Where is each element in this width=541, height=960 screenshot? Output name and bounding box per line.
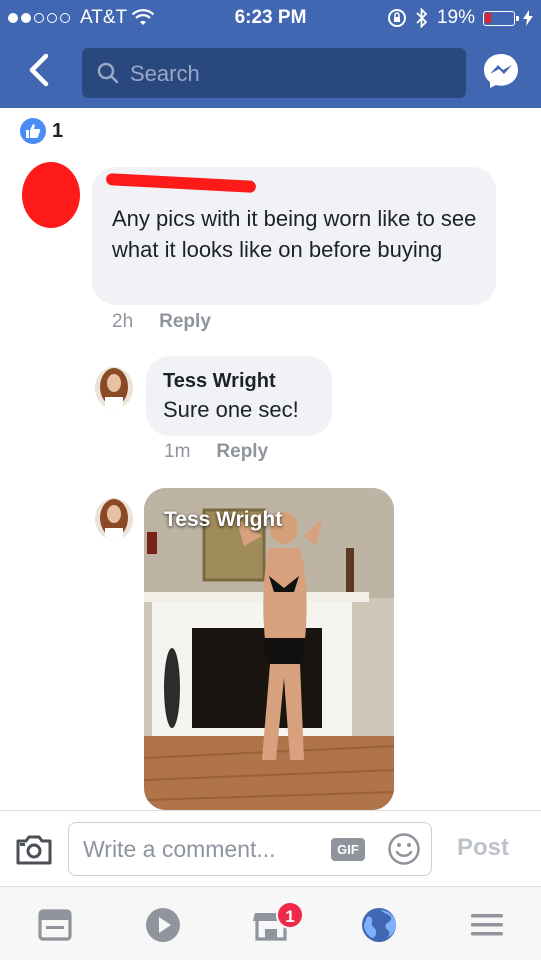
comment-meta: 2h Reply <box>112 311 211 333</box>
back-icon[interactable] <box>18 48 58 92</box>
post-button[interactable]: Post <box>457 834 509 862</box>
avatar-redacted[interactable] <box>22 162 80 228</box>
reply-button[interactable]: Reply <box>159 311 211 333</box>
status-right: 19% <box>387 7 533 29</box>
redacted-author-name <box>105 173 257 193</box>
menu-icon[interactable] <box>467 905 507 945</box>
comment-time: 2h <box>112 311 134 332</box>
comment-text: Sure one sec! <box>163 397 299 422</box>
comment-meta: 1m Reply <box>164 441 268 463</box>
globe-icon[interactable] <box>359 905 399 945</box>
attached-photo <box>144 488 394 810</box>
camera-icon[interactable] <box>16 835 52 865</box>
notification-badge: 1 <box>276 901 304 929</box>
sticker-icon[interactable] <box>387 832 421 866</box>
rotation-lock-icon <box>387 9 406 27</box>
like-summary[interactable]: 1 <box>20 118 63 144</box>
battery-icon <box>483 10 519 26</box>
comment-bubble[interactable]: Tess Wright Sure one sec! <box>146 356 332 436</box>
comment-time: 1m <box>164 441 191 462</box>
photo-attachment[interactable]: Tess Wright <box>144 488 394 810</box>
search-input[interactable]: Search <box>82 48 466 98</box>
avatar-image <box>95 367 133 409</box>
battery-percent: 19% <box>436 7 475 28</box>
comment-bubble[interactable]: Any pics with it being worn like to see … <box>92 167 496 305</box>
bluetooth-icon <box>416 7 428 29</box>
avatar-image <box>95 498 133 540</box>
messenger-icon[interactable] <box>482 52 520 90</box>
avatar[interactable] <box>95 498 133 540</box>
status-bar: AT&T 6:23 PM 19% <box>0 0 541 36</box>
search-icon <box>97 62 119 84</box>
avatar[interactable] <box>95 367 133 409</box>
like-count: 1 <box>52 119 64 142</box>
comment-input[interactable]: Write a comment... GIF <box>68 822 432 876</box>
comment-author[interactable]: Tess Wright <box>163 370 276 393</box>
comment-placeholder: Write a comment... <box>83 836 276 862</box>
charging-icon <box>523 10 533 26</box>
video-icon[interactable] <box>143 905 183 945</box>
gif-button[interactable]: GIF <box>331 838 365 861</box>
like-icon <box>20 118 46 144</box>
comment-text: Any pics with it being worn like to see … <box>112 206 477 262</box>
nav-bar: Search <box>0 40 541 104</box>
search-placeholder: Search <box>130 61 200 86</box>
comment-composer: Write a comment... GIF Post <box>0 810 541 886</box>
photo-author-overlay[interactable]: Tess Wright <box>164 508 282 532</box>
bottom-tab-bar: 1 <box>0 886 541 960</box>
reply-button[interactable]: Reply <box>216 441 268 463</box>
news-feed-icon[interactable] <box>35 905 75 945</box>
app-header: AT&T 6:23 PM 19% Search <box>0 0 541 108</box>
